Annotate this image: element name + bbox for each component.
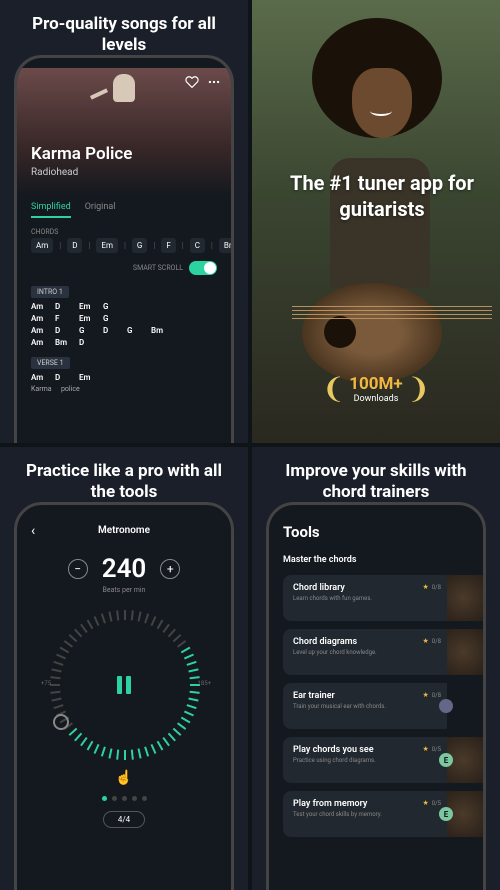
dot[interactable] (142, 796, 147, 801)
song-hero: Karma Police Radiohead (17, 68, 231, 196)
panel-chord-trainers: Improve your skills with chord trainers … (252, 447, 500, 890)
pause-button[interactable] (117, 676, 131, 694)
panel-songs: Pro-quality songs for all levels Karma P… (0, 0, 248, 443)
tool-card-chord-diagrams[interactable]: Chord diagrams Level up your chord knowl… (283, 629, 486, 675)
bpm-decrease-button[interactable]: − (68, 559, 88, 579)
panel-practice: Practice like a pro with all the tools ‹… (0, 447, 248, 890)
tool-card-play-chords-you-see[interactable]: Play chords you see Practice using chord… (283, 737, 486, 783)
chord-chip[interactable]: F (161, 238, 175, 253)
tool-level-badge: E (439, 807, 453, 821)
tempo-dial[interactable]: +75 185+ ☝ (49, 610, 199, 760)
chord-chip[interactable]: C (190, 238, 205, 253)
smart-scroll-toggle[interactable] (189, 261, 217, 275)
tools-subheading: Master the chords (283, 555, 483, 565)
star-icon: ★ (422, 745, 428, 753)
tool-badge (439, 699, 453, 713)
downloads-badge: ❨ 100M+ Downloads ❩ (322, 372, 430, 405)
tool-card-ear-trainer[interactable]: Ear trainer Train your musical ear with … (283, 683, 486, 729)
dial-min-label: +75 (41, 680, 51, 687)
tool-thumb (447, 629, 486, 675)
star-icon: ★ (422, 799, 428, 807)
phone-frame-tools: Tools Master the chords Chord library Le… (266, 502, 486, 890)
star-icon: ★ (422, 691, 428, 699)
metronome-title: Metronome (98, 525, 150, 536)
bpm-label: Beats per min (17, 586, 231, 594)
intro-badge: INTRO 1 (31, 286, 69, 298)
chord-chip[interactable]: Em (96, 238, 118, 253)
laurel-right-icon: ❩ (407, 372, 430, 405)
tab-simplified[interactable]: Simplified (31, 202, 71, 218)
chords-label: CHORDS (17, 222, 231, 238)
bpm-value: 240 (102, 554, 147, 584)
dot[interactable] (112, 796, 117, 801)
dot[interactable] (122, 796, 127, 801)
chord-chip[interactable]: D (67, 238, 82, 253)
more-icon[interactable] (207, 74, 221, 93)
song-tabs: Simplified Original (17, 196, 231, 222)
bpm-increase-button[interactable]: + (160, 559, 180, 579)
favorite-icon[interactable] (185, 74, 199, 93)
tools-heading: Tools (283, 523, 483, 541)
dot[interactable] (132, 796, 137, 801)
song-title: Karma Police (31, 144, 132, 164)
time-signature-button[interactable]: 4/4 (103, 811, 145, 828)
badge-number: 100M+ (349, 374, 402, 394)
verse-badge: VERSE 1 (31, 357, 70, 369)
phone-frame-songs: Karma Police Radiohead Simplified Origin… (14, 55, 234, 443)
chord-chip[interactable]: Am (31, 238, 53, 253)
chord-chip[interactable]: G (132, 238, 147, 253)
badge-subtitle: Downloads (349, 394, 402, 404)
dial-knob[interactable] (53, 714, 69, 730)
chord-chip[interactable]: Bm (219, 238, 234, 253)
star-icon: ★ (422, 637, 428, 645)
dot[interactable] (102, 796, 107, 801)
tap-tempo-icon[interactable]: ☝ (115, 770, 132, 786)
song-artist: Radiohead (31, 167, 78, 178)
promo-headline: The #1 tuner app for guitarists (282, 170, 482, 222)
tool-card-play-from-memory[interactable]: Play from memory Test your chord skills … (283, 791, 486, 837)
tool-card-chord-library[interactable]: Chord library Learn chords with fun game… (283, 575, 486, 621)
star-icon: ★ (422, 583, 428, 591)
singer-illustration (100, 74, 148, 130)
smart-scroll-label: SMART SCROLL (133, 264, 183, 272)
back-icon[interactable]: ‹ (31, 523, 35, 539)
tool-thumb (447, 575, 486, 621)
dial-max-label: 185+ (197, 680, 211, 687)
guitarist-photo (282, 18, 482, 318)
phone-frame-metronome: ‹ Metronome − 240 + Beats per min +75 18… (14, 502, 234, 890)
laurel-left-icon: ❨ (322, 372, 345, 405)
tab-original[interactable]: Original (85, 202, 116, 218)
panel-tuner-promo: The #1 tuner app for guitarists ❨ 100M+ … (252, 0, 500, 443)
page-dots (17, 796, 231, 801)
tool-level-badge: E (439, 753, 453, 767)
chord-list: Am| D| Em| G| F| C| Bm| F#| E (17, 238, 231, 257)
